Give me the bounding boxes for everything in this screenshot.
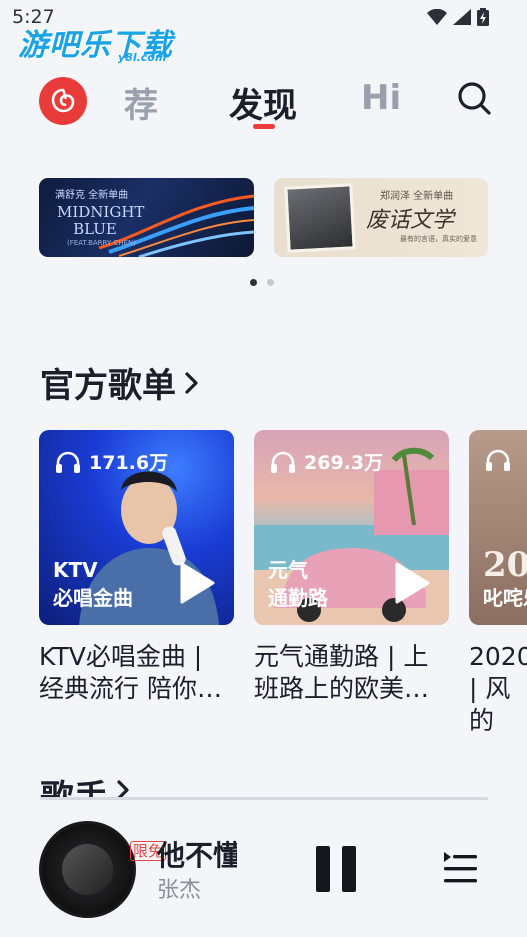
play-icon[interactable] (393, 561, 431, 605)
playlist-tag-line2: 必唱金曲 (53, 586, 133, 610)
page-dot-active (250, 279, 257, 286)
play-count (485, 448, 511, 472)
pause-button[interactable] (314, 846, 358, 892)
active-tab-indicator (253, 124, 275, 129)
chevron-right-icon (185, 371, 198, 394)
banner-feat: (FEAT.BARRY CHEN) (67, 239, 137, 247)
playlist-tag: 元气 通勤路 (268, 556, 328, 612)
album-disc[interactable] (39, 821, 136, 918)
playlist-tag-line1: KTV (53, 558, 98, 582)
banner-subtitle: 最有的言语，真实的爱意 (400, 235, 477, 243)
playlist-cover: 269.3万 元气 通勤路 (254, 430, 449, 625)
battery-icon (477, 8, 489, 26)
headphones-icon (486, 449, 510, 471)
playlist-card-commute[interactable]: 269.3万 元气 通勤路 元气通勤路 | 上班路上的欧美… (254, 430, 449, 705)
playlist-tag-line2: 叱咤乐 (483, 586, 527, 610)
playlist-tag: KTV 必唱金曲 (53, 556, 133, 612)
official-playlists-title: 官方歌单 (40, 366, 176, 406)
playlist-tag: 20 叱咤乐 (483, 546, 527, 612)
netease-music-logo-icon[interactable] (39, 77, 87, 125)
play-count-value: 171.6万 (89, 452, 169, 474)
play-count: 269.3万 (270, 448, 383, 475)
banner-midnight-blue[interactable]: 满舒克 全新单曲 MIDNIGHT BLUE (FEAT.BARRY CHEN) (39, 178, 254, 257)
play-count: 171.6万 (55, 448, 168, 475)
playlist-tag-line1: 元气 (268, 558, 308, 582)
playlist-card-ktv[interactable]: 171.6万 KTV 必唱金曲 KTV必唱金曲 | 经典流行 陪你… (39, 430, 234, 705)
playlist-cover: 171.6万 KTV 必唱金曲 (39, 430, 234, 625)
playlist-cover: 20 叱咤乐 (469, 430, 527, 625)
banner-title: 废话文学 (366, 208, 455, 233)
singers-title: 歌手 (40, 778, 108, 800)
tab-hi[interactable]: Hi (361, 78, 401, 118)
album-art (62, 844, 113, 895)
playlist-description: 元气通勤路 | 上班路上的欧美… (254, 642, 430, 703)
chevron-right-icon (117, 780, 129, 800)
tab-recommend[interactable]: 荐 (124, 78, 158, 127)
playlist-description: 2020 | 风的 (469, 642, 527, 735)
play-count-value: 269.3万 (304, 452, 384, 474)
page-dot (267, 279, 274, 286)
banner-artist-photo (284, 183, 356, 253)
official-playlists-header[interactable]: 官方歌单 (40, 358, 200, 407)
tab-discover[interactable]: 发现 (229, 78, 297, 127)
song-title[interactable]: 他不懂 (157, 834, 237, 874)
playlist-description: KTV必唱金曲 | 经典流行 陪你… (39, 642, 222, 703)
singers-header[interactable]: 歌手 (40, 770, 132, 800)
headphones-icon (56, 451, 80, 473)
banner-album: MIDNIGHT BLUE (57, 203, 145, 238)
search-icon[interactable] (456, 80, 492, 116)
banner-pagination (250, 279, 274, 286)
playlist-tag-line2: 通勤路 (268, 586, 328, 610)
playlist-card-2020[interactable]: 20 叱咤乐 2020 | 风的 (469, 430, 527, 737)
top-nav: 荐 发现 Hi (0, 72, 527, 132)
banner-feihua-wenxue[interactable]: 郑润泽 全新单曲 废话文学 最有的言语，真实的爱意 (274, 178, 488, 257)
wifi-icon (427, 9, 447, 25)
watermark-domain: y8l.com (118, 51, 167, 64)
song-artist: 张杰 (157, 878, 202, 903)
banner-caption: 郑润泽 全新单曲 (380, 191, 454, 202)
banner-artist: 满舒克 全新单曲 (55, 190, 129, 201)
signal-icon (453, 9, 471, 25)
playlist-queue-icon[interactable] (441, 849, 479, 887)
playlist-tag-line1: 20 (483, 545, 527, 585)
play-icon[interactable] (178, 561, 216, 605)
headphones-icon (271, 451, 295, 473)
status-icons (427, 8, 489, 26)
mini-player: 限免 他不懂 张杰 (0, 800, 527, 937)
